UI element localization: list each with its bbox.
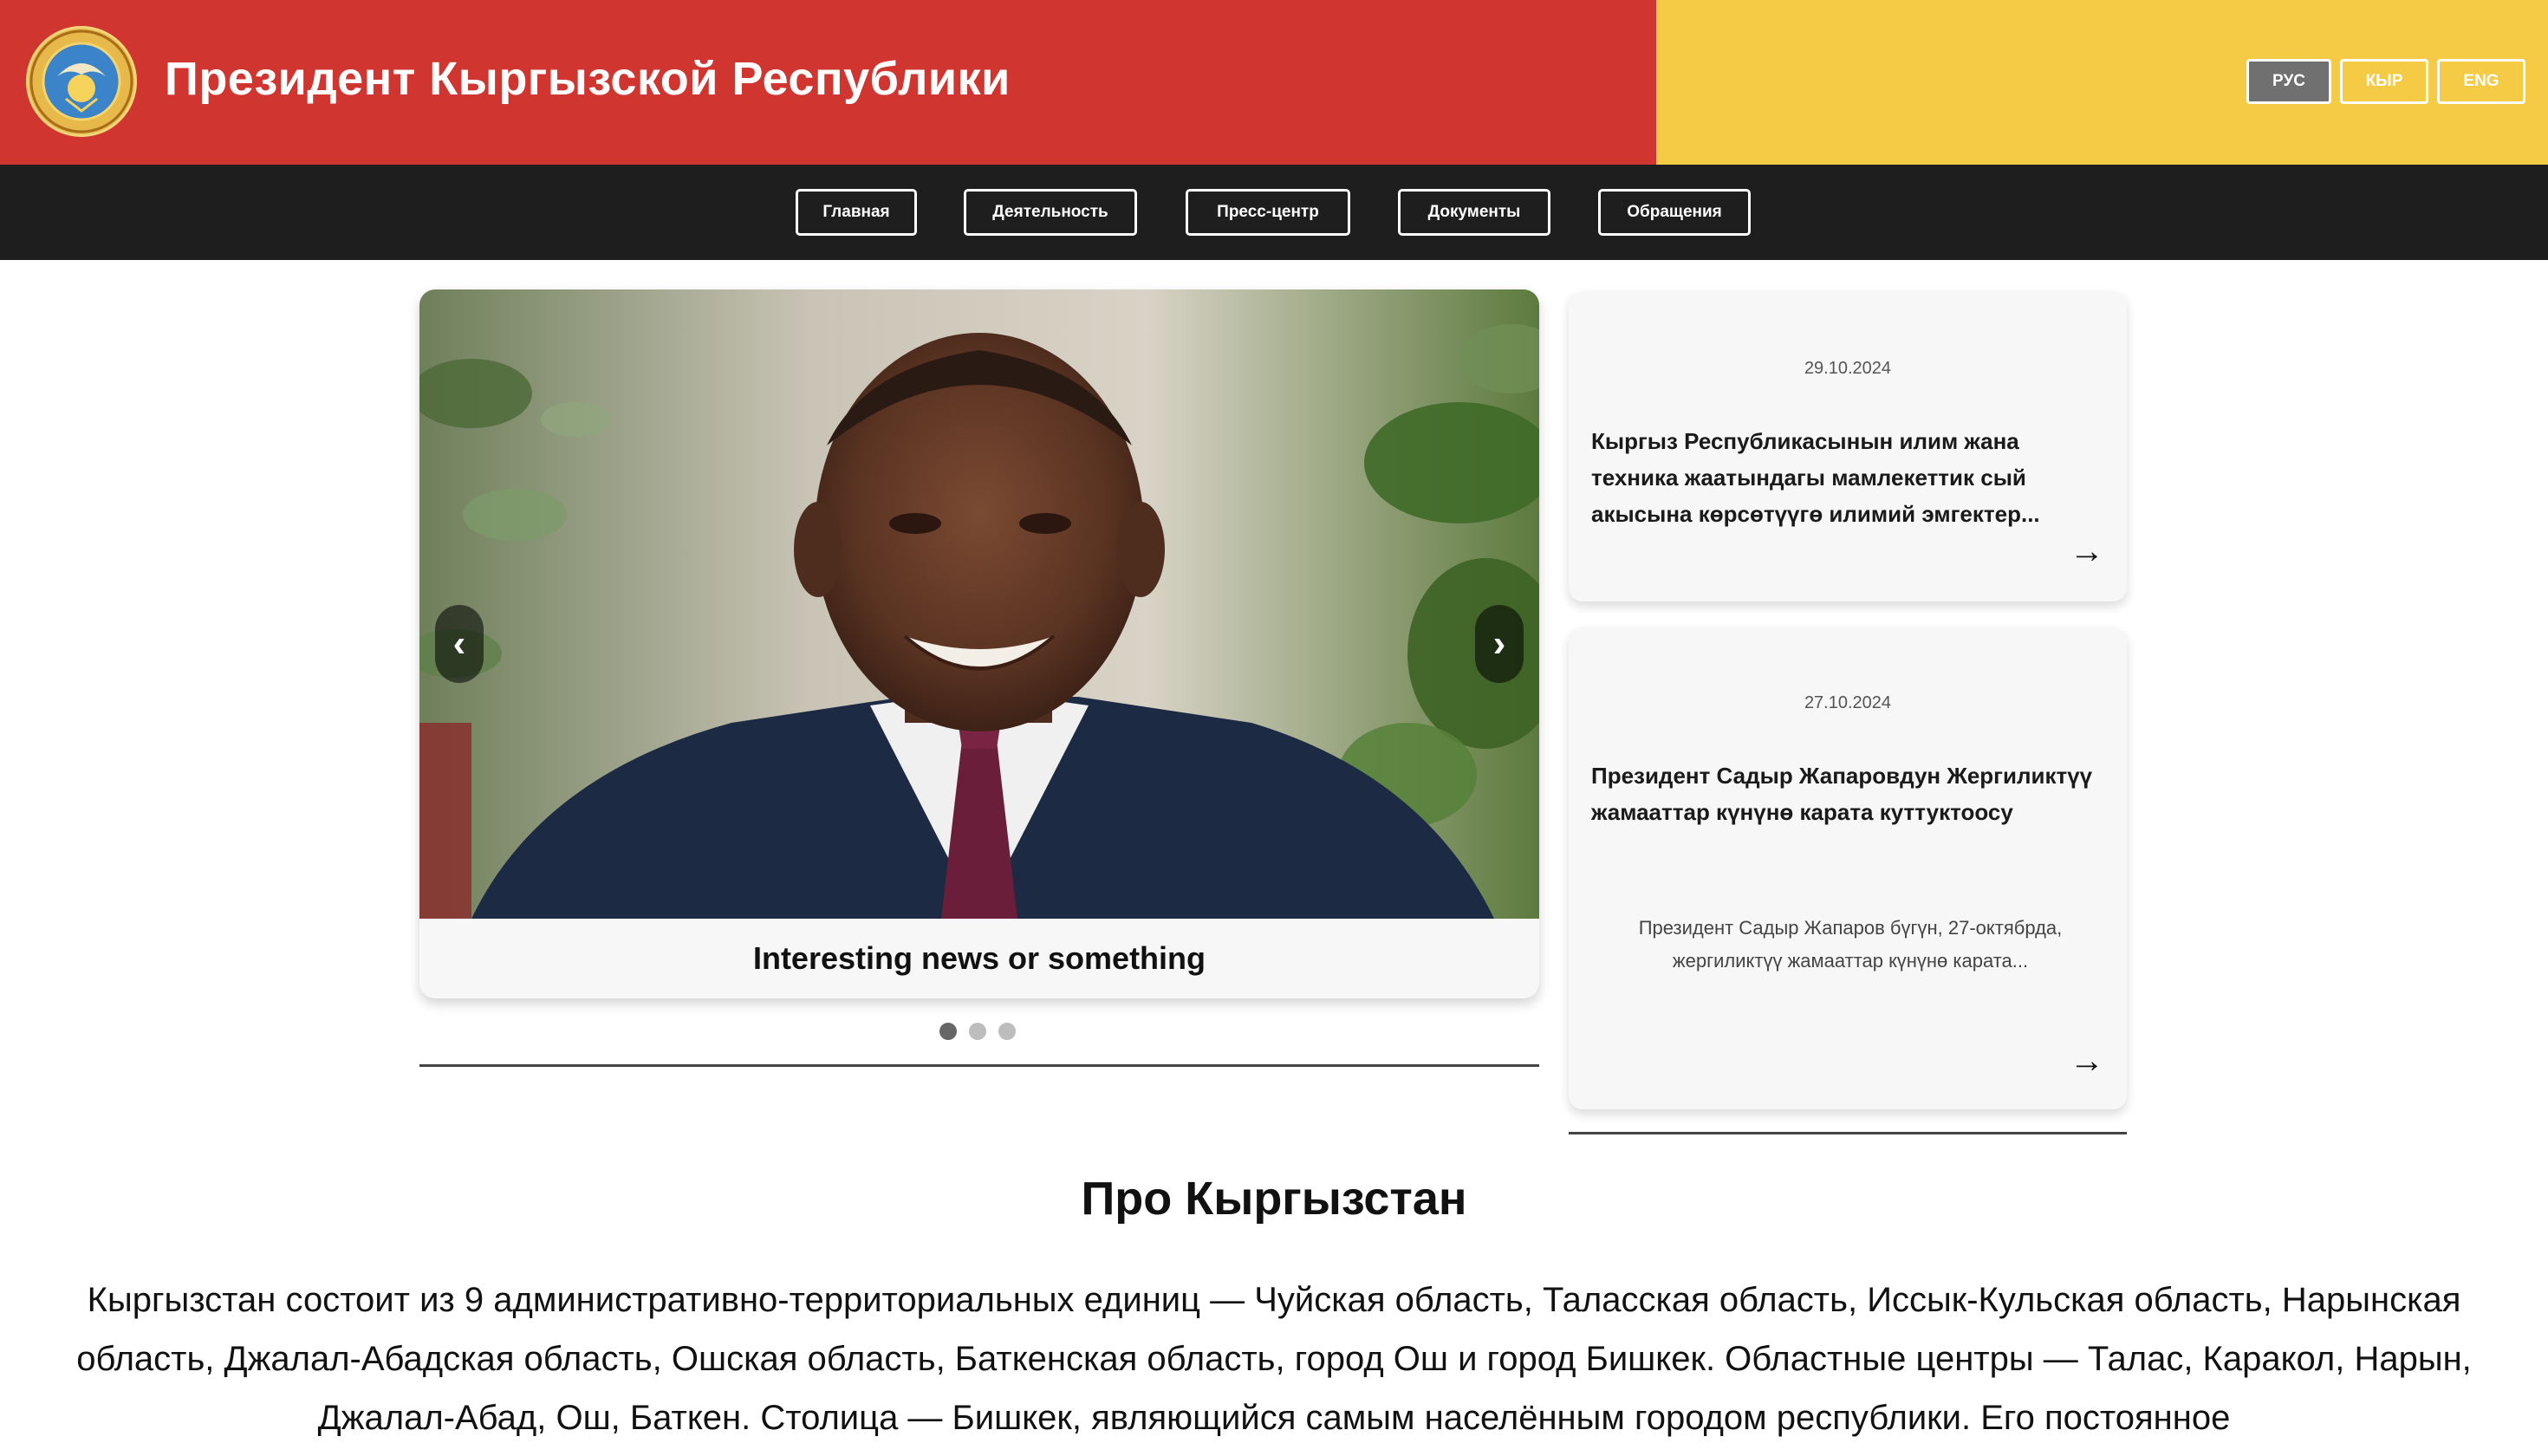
lang-ru-button[interactable]: РУС [2246,59,2331,104]
about-heading: Про Кыргызстан [1081,1173,1467,1225]
news-title[interactable]: Президент Садыр Жапаровдун Жергиликтүү ж… [1591,757,2094,830]
chevron-left-icon: ‹ [452,622,466,665]
cards-divider [1569,1132,2127,1134]
nav-activity[interactable]: Деятельность [964,189,1137,236]
chevron-right-icon: › [1492,622,1506,665]
slider-dot-2[interactable] [969,1023,986,1040]
news-excerpt: Президент Садыр Жапаров бүгүн, 27-октябр… [1638,917,2063,972]
nav-documents[interactable]: Документы [1398,189,1550,236]
nav-appeals[interactable]: Обращения [1598,189,1751,236]
slider-dot-3[interactable] [998,1023,1016,1040]
nav-press-center[interactable]: Пресс-центр [1186,189,1350,236]
slider-next-button[interactable]: › [1475,605,1524,683]
nav-home[interactable]: Главная [796,189,917,236]
arrow-right-icon[interactable]: → [2070,532,2104,571]
about-paragraph: Кыргызстан состоит из 9 административно-… [76,1281,2472,1437]
news-card[interactable]: 29.10.2024 Кыргыз Республикасынын илим ж… [1569,291,2127,601]
slider-divider [419,1064,1539,1067]
news-card[interactable]: 27.10.2024 Президент Садыр Жапаровдун Же… [1569,627,2127,1109]
news-date: 27.10.2024 [1804,693,1892,712]
site-title[interactable]: Президент Кыргызской Республики [165,52,1011,106]
news-title[interactable]: Кыргыз Республикасынын илим жана техника… [1591,423,2094,532]
news-slider: Interesting news or something ‹ › [419,289,1539,998]
state-emblem-icon[interactable] [26,26,137,137]
site-header: Президент Кыргызской Республики РУС КЫР … [0,0,2548,165]
slider-prev-button[interactable]: ‹ [435,605,484,683]
main-nav: Главная Деятельность Пресс-центр Докумен… [0,165,2548,260]
slide-caption[interactable]: Interesting news or something [419,919,1539,998]
slide-photo[interactable] [419,289,1539,919]
lang-ky-button[interactable]: КЫР [2340,59,2428,104]
lang-en-button[interactable]: ENG [2437,59,2525,104]
arrow-right-icon[interactable]: → [2070,1042,2104,1081]
news-date: 29.10.2024 [1804,359,1892,378]
slider-dot-1[interactable] [939,1023,957,1040]
